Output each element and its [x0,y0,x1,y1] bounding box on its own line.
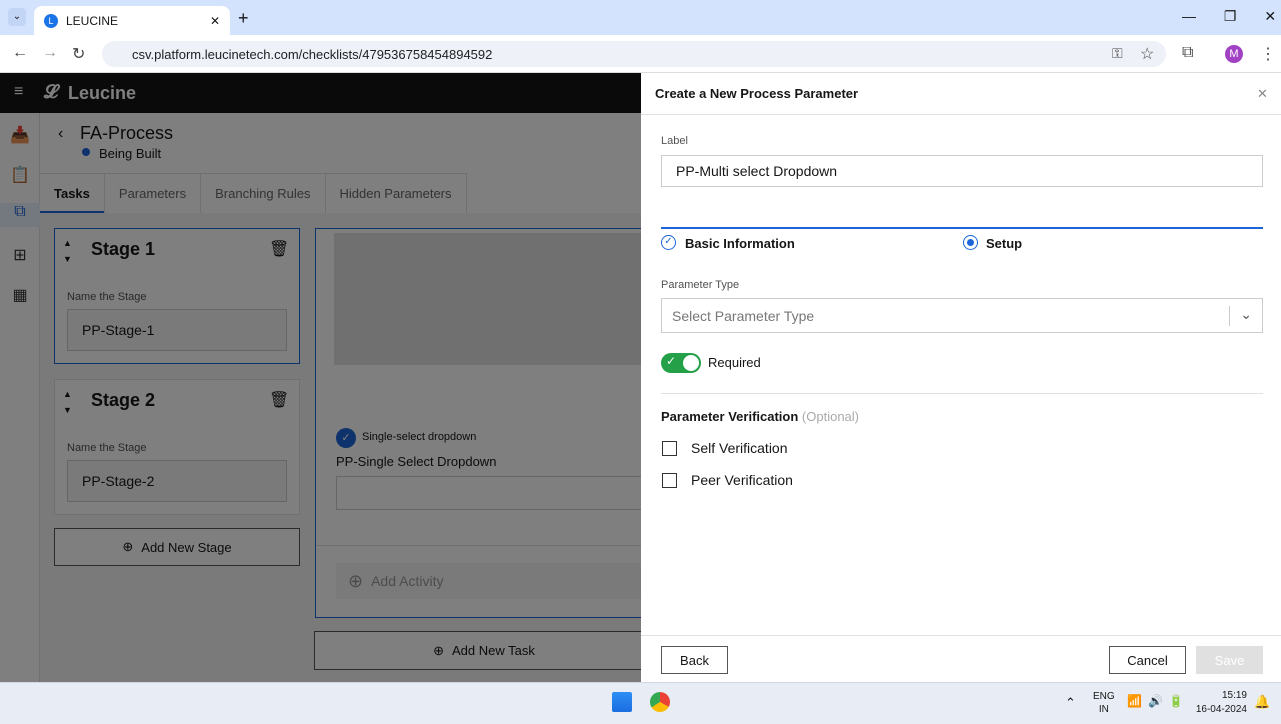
parameter-type-placeholder: Select Parameter Type [672,307,815,324]
language-indicator[interactable]: ENG IN [1093,690,1115,716]
step-basic-information[interactable]: Basic Information [685,236,795,251]
radio-selected-icon [963,235,978,250]
profile-avatar[interactable]: M [1225,45,1243,63]
check-icon: ✓ [666,354,677,368]
tab-list-button[interactable]: ⌄ [8,8,26,26]
lang-code: ENG [1093,691,1115,702]
reload-icon[interactable]: ↻ [72,44,85,64]
label-caption: Label [661,135,688,147]
browser-tab[interactable]: L LEUCINE ✕ [34,6,230,35]
step-setup[interactable]: Setup [986,236,1022,251]
bookmark-star-icon[interactable]: ☆ [1140,44,1154,64]
chevron-up-icon[interactable]: ⌃ [1065,695,1076,711]
windows-taskbar: ⌃ ENG IN 📶🔊🔋 15:19 16-04-2024 🔔 [0,682,1281,724]
chevron-down-icon: ⌄ [1229,305,1262,326]
verification-heading: Parameter Verification (Optional) [661,409,859,424]
checkbox[interactable] [662,472,677,488]
parameter-type-select[interactable]: Select Parameter Type ⌄ [661,298,1263,333]
required-toggle[interactable]: ✓ [661,353,701,373]
label-input[interactable]: PP-Multi select Dropdown [661,155,1263,187]
back-button[interactable]: Back [661,646,728,674]
check-circle-icon: ✓ [661,235,676,250]
url-text: csv.platform.leucinetech.com/checklists/… [132,46,493,62]
stepper [661,227,1263,229]
panel-title: Create a New Process Parameter [655,86,859,101]
create-parameter-panel: Create a New Process Parameter ✕ Label P… [641,73,1281,682]
window-controls[interactable]: — ❐ ✕ [1182,8,1276,25]
modal-overlay[interactable] [0,73,641,682]
close-tab-icon[interactable]: ✕ [210,14,220,28]
region-code: IN [1098,704,1109,715]
checkbox[interactable] [662,440,677,456]
peer-verification-label: Peer Verification [691,472,793,488]
close-icon[interactable]: ✕ [1257,86,1268,102]
peer-verification-option[interactable]: Peer Verification [662,472,793,488]
optional-tag: (Optional) [801,409,859,424]
self-verification-label: Self Verification [691,440,788,456]
verification-title: Parameter Verification [661,409,799,424]
extensions-icon[interactable]: ⧉ [1182,44,1193,62]
forward-nav-icon[interactable]: → [42,44,58,62]
url-input[interactable]: csv.platform.leucinetech.com/checklists/… [102,41,1166,67]
self-verification-option[interactable]: Self Verification [662,440,788,456]
back-nav-icon[interactable]: ← [12,44,28,62]
key-icon[interactable]: ⚿ [1112,45,1123,62]
tab-title: LEUCINE [66,13,119,28]
windows-start-icon[interactable] [612,692,632,712]
chrome-icon[interactable] [650,692,670,712]
parameter-type-caption: Parameter Type [661,279,740,291]
new-tab-button[interactable]: + [238,8,249,29]
required-label: Required [708,355,761,370]
save-button[interactable]: Save [1196,646,1263,674]
time: 15:19 [1221,690,1247,701]
notification-bell-icon[interactable]: 🔔 [1254,694,1270,710]
date: 16-04-2024 [1195,704,1247,715]
system-tray-icons[interactable]: 📶🔊🔋 [1127,694,1190,708]
clock[interactable]: 15:19 16-04-2024 [1195,689,1247,717]
cancel-button[interactable]: Cancel [1109,646,1186,674]
browser-menu-icon[interactable]: ⋮ [1260,44,1276,64]
leucine-favicon-icon: L [44,13,58,28]
